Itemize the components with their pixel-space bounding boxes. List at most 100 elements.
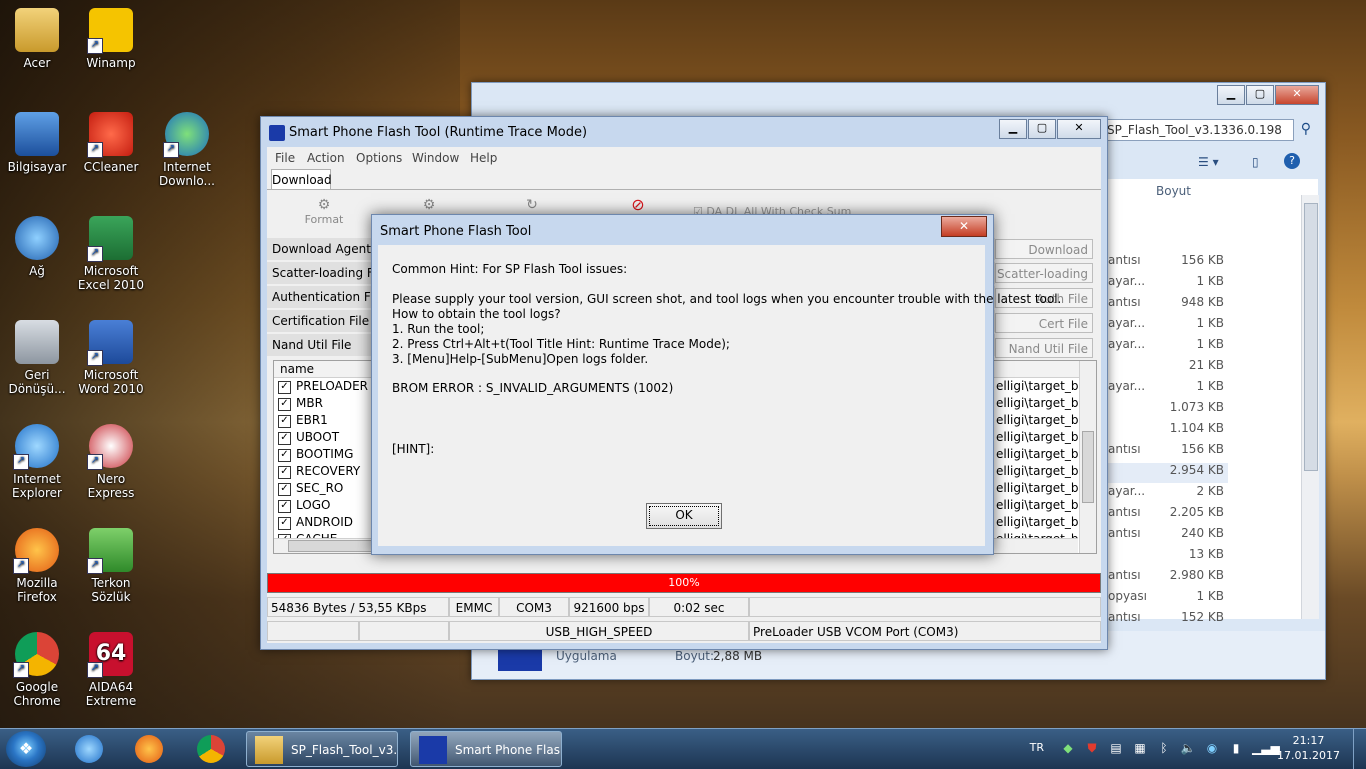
- table-row[interactable]: 1.104 KB: [1104, 421, 1224, 441]
- table-row[interactable]: antısı 156 KB: [1104, 253, 1224, 273]
- stop-button[interactable]: ⊘: [603, 195, 673, 214]
- desktop-icon-ccleaner[interactable]: ↗ CCleaner: [75, 112, 147, 174]
- close-button[interactable]: ✕: [1275, 85, 1319, 105]
- table-vertical-scrollbar[interactable]: [1079, 361, 1096, 553]
- show-desktop-button[interactable]: [1353, 729, 1366, 769]
- partition-checkbox[interactable]: ✓: [278, 432, 291, 445]
- desktop-icon-nero[interactable]: ↗ Nero Express: [75, 424, 147, 500]
- partition-checkbox[interactable]: ✓: [278, 500, 291, 513]
- table-row[interactable]: 13 KB: [1104, 547, 1224, 567]
- start-button[interactable]: ❖: [6, 731, 46, 767]
- preview-pane-icon[interactable]: ▯: [1252, 155, 1259, 169]
- partition-checkbox[interactable]: ✓: [278, 398, 291, 411]
- tray-circle-icon[interactable]: ◉: [1204, 741, 1220, 757]
- download-agent-button[interactable]: Download Agent: [995, 239, 1093, 277]
- readback-button[interactable]: ↻: [497, 197, 567, 213]
- security-shield-icon[interactable]: ⛊: [1084, 741, 1100, 757]
- tray-list-icon[interactable]: ▤: [1108, 741, 1124, 757]
- view-options-icon[interactable]: ☰ ▾: [1198, 155, 1219, 169]
- table-row[interactable]: ayar... 2 KB: [1104, 484, 1224, 504]
- explorer-scrollbar[interactable]: [1301, 195, 1319, 619]
- download-icon: ⚙: [422, 197, 436, 213]
- desktop-icon-computer[interactable]: Bilgisayar: [1, 112, 73, 174]
- network-signal-icon[interactable]: ▁▃▅: [1252, 741, 1280, 757]
- partition-checkbox[interactable]: ✓: [278, 449, 291, 462]
- table-row[interactable]: ayar... 1 KB: [1104, 337, 1224, 357]
- volume-icon[interactable]: 🔈: [1180, 741, 1196, 757]
- close-button[interactable]: ✕: [1057, 119, 1101, 139]
- partition-checkbox[interactable]: ✓: [278, 466, 291, 479]
- partition-checkbox[interactable]: ✓: [278, 517, 291, 530]
- scrollbar-thumb[interactable]: [1304, 203, 1318, 471]
- desktop-icon-chrome[interactable]: ↗ Google Chrome: [1, 632, 73, 708]
- tab-download[interactable]: Download: [271, 169, 332, 190]
- battery-icon[interactable]: ▮: [1228, 741, 1244, 757]
- desktop-icon-ie[interactable]: ↗ Internet Explorer: [1, 424, 73, 500]
- download-button[interactable]: ⚙: [394, 197, 464, 213]
- desktop-icon-firefox[interactable]: ↗ Mozilla Firefox: [1, 528, 73, 604]
- nand-util-button[interactable]: Nand Util File: [995, 338, 1093, 358]
- partition-checkbox[interactable]: ✓: [278, 415, 291, 428]
- taskbar-task-explorer[interactable]: SP_Flash_Tool_v3....: [246, 731, 398, 767]
- column-header-size[interactable]: Boyut: [1156, 184, 1191, 198]
- search-icon[interactable]: ⚲: [1301, 121, 1311, 137]
- desktop-icon-idm[interactable]: ↗ Internet Downlo...: [151, 112, 223, 188]
- partition-checkbox[interactable]: ✓: [278, 483, 291, 496]
- column-header-name[interactable]: name: [280, 362, 314, 376]
- dialog-client: Common Hint: For SP Flash Tool issues: P…: [378, 245, 1061, 546]
- taskbar-pin-ie[interactable]: [64, 733, 114, 765]
- table-row[interactable]: 21 KB: [1104, 358, 1224, 378]
- cert-file-button[interactable]: Cert File: [995, 313, 1093, 333]
- desktop-icon-terkon[interactable]: ↗ Terkon Sözlük: [75, 528, 147, 604]
- internet-explorer-icon: ↗: [13, 424, 59, 470]
- menu-window[interactable]: Window: [412, 151, 459, 165]
- desktop-icon-excel[interactable]: ↗ Microsoft Excel 2010: [75, 216, 147, 292]
- scrollbar-thumb[interactable]: [1082, 431, 1094, 503]
- desktop-icon-word[interactable]: ↗ Microsoft Word 2010: [75, 320, 147, 396]
- clock[interactable]: 21:17 17.01.2017: [1277, 733, 1340, 763]
- ok-button[interactable]: OK: [646, 503, 722, 529]
- table-row[interactable]: antısı 2.980 KB: [1104, 568, 1224, 588]
- table-row[interactable]: antısı 2.205 KB: [1104, 505, 1224, 525]
- explorer-address-bar[interactable]: SP_Flash_Tool_v3.1336.0.198: [1102, 119, 1294, 141]
- menu-options[interactable]: Options: [356, 151, 402, 165]
- language-indicator[interactable]: TR: [1030, 741, 1044, 754]
- format-button[interactable]: ⚙ Format: [289, 197, 359, 226]
- table-row[interactable]: ayar... 1 KB: [1104, 379, 1224, 399]
- menu-help[interactable]: Help: [470, 151, 497, 165]
- taskbar-pin-firefox[interactable]: [124, 733, 174, 765]
- maximize-button[interactable]: ▢: [1028, 119, 1056, 139]
- table-row[interactable]: antısı 156 KB: [1104, 442, 1224, 462]
- partition-name: EBR1: [296, 413, 328, 427]
- taskbar-pin-chrome[interactable]: [186, 733, 236, 765]
- desktop-icon-network[interactable]: Ağ: [1, 216, 73, 278]
- partition-checkbox[interactable]: ✓: [278, 381, 291, 394]
- tab-divider: [267, 189, 1101, 190]
- table-row[interactable]: antısı 948 KB: [1104, 295, 1224, 315]
- help-icon[interactable]: ?: [1284, 153, 1300, 169]
- desktop-icon-winamp[interactable]: ↗ Winamp: [75, 8, 147, 70]
- table-row[interactable]: 2.954 KB: [1104, 463, 1228, 483]
- minimize-button[interactable]: ▁: [999, 119, 1027, 139]
- table-row[interactable]: opyası 1 KB: [1104, 589, 1224, 609]
- table-row[interactable]: ayar... 1 KB: [1104, 316, 1224, 336]
- table-row[interactable]: 1.073 KB: [1104, 400, 1224, 420]
- scatter-loading-button[interactable]: Scatter-loading: [995, 263, 1093, 283]
- menu-file[interactable]: File: [275, 151, 295, 165]
- desktop-icon-acer[interactable]: Acer: [1, 8, 73, 70]
- tray-app-icon[interactable]: ◆: [1060, 741, 1076, 757]
- dialog-close-button[interactable]: ✕: [941, 216, 987, 237]
- minimize-button[interactable]: ▁: [1217, 85, 1245, 105]
- maximize-button[interactable]: ▢: [1246, 85, 1274, 105]
- menu-action[interactable]: Action: [307, 151, 345, 165]
- desktop-icon-recycle-bin[interactable]: Geri Dönüşü...: [1, 320, 73, 396]
- bluetooth-icon[interactable]: ᛒ: [1156, 741, 1172, 757]
- stop-icon: ⊘: [631, 195, 645, 214]
- taskbar-task-spflash[interactable]: Smart Phone Flas...: [410, 731, 562, 767]
- table-row[interactable]: antısı 240 KB: [1104, 526, 1224, 546]
- table-row[interactable]: antısı 152 KB: [1104, 610, 1224, 630]
- file-size: 21 KB: [1188, 358, 1224, 372]
- desktop-icon-aida64[interactable]: 64 ↗ AIDA64 Extreme: [75, 632, 147, 708]
- tray-display-icon[interactable]: ▦: [1132, 741, 1148, 757]
- table-row[interactable]: ayar... 1 KB: [1104, 274, 1224, 294]
